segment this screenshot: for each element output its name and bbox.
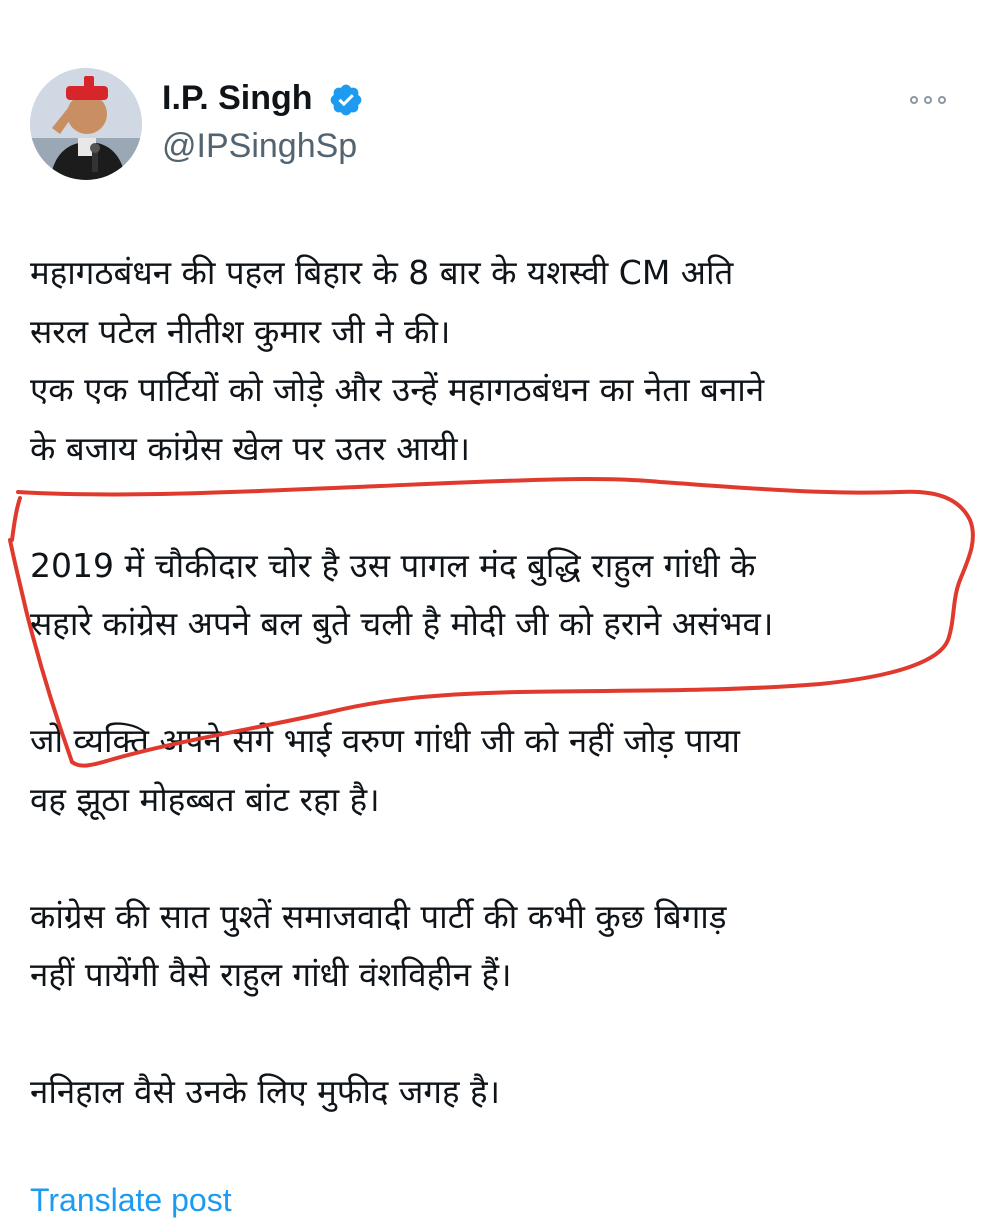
- tweet-line: ननिहाल वैसे उनके लिए मुफीद जगह है।: [30, 1072, 500, 1111]
- tweet-line: महागठबंधन की पहल बिहार के 8 बार के यशस्व…: [30, 253, 734, 292]
- tweet-line: एक एक पार्टियों को जोड़े और उन्हें महागठ…: [30, 370, 765, 409]
- author-handle[interactable]: @IPSinghSp: [162, 124, 357, 168]
- tweet-line: कांग्रेस की सात पुश्तें समाजवादी पार्टी …: [30, 896, 727, 936]
- tweet-line: के बजाय कांग्रेस खेल पर उतर आयी।: [30, 428, 471, 468]
- author-name[interactable]: I.P. Singh: [162, 76, 313, 120]
- tweet-line: 2019 में चौकीदार चोर है उस पागल मंद बुद्…: [30, 545, 756, 585]
- tweet-line: सहारे कांग्रेस अपने बल बुते चली है मोदी …: [30, 604, 774, 643]
- tweet-card: I.P. Singh @IPSinghSp महागठबंधन की पहल ब…: [0, 0, 983, 1218]
- tweet-text: महागठबंधन की पहल बिहार के 8 बार के यशस्व…: [30, 244, 960, 1122]
- tweet-line: नहीं पायेंगी वैसे राहुल गांधी वंशविहीन ह…: [30, 955, 512, 994]
- more-options-icon[interactable]: [900, 80, 956, 120]
- tweet-line: वह झूठा मोहब्बत बांट रहा है।: [30, 779, 380, 819]
- more-dot: [910, 96, 918, 104]
- author-avatar[interactable]: [30, 68, 142, 180]
- more-dot: [924, 96, 932, 104]
- avatar-image: [30, 68, 142, 180]
- tweet-line: सरल पटेल नीतीश कुमार जी ने की।: [30, 311, 451, 351]
- translate-post-link[interactable]: Translate post: [30, 1180, 232, 1220]
- tweet-line: जो व्यक्ति अपने सगे भाई वरुण गांधी जी को…: [30, 721, 740, 760]
- verified-badge-icon: [330, 84, 362, 116]
- more-dot: [938, 96, 946, 104]
